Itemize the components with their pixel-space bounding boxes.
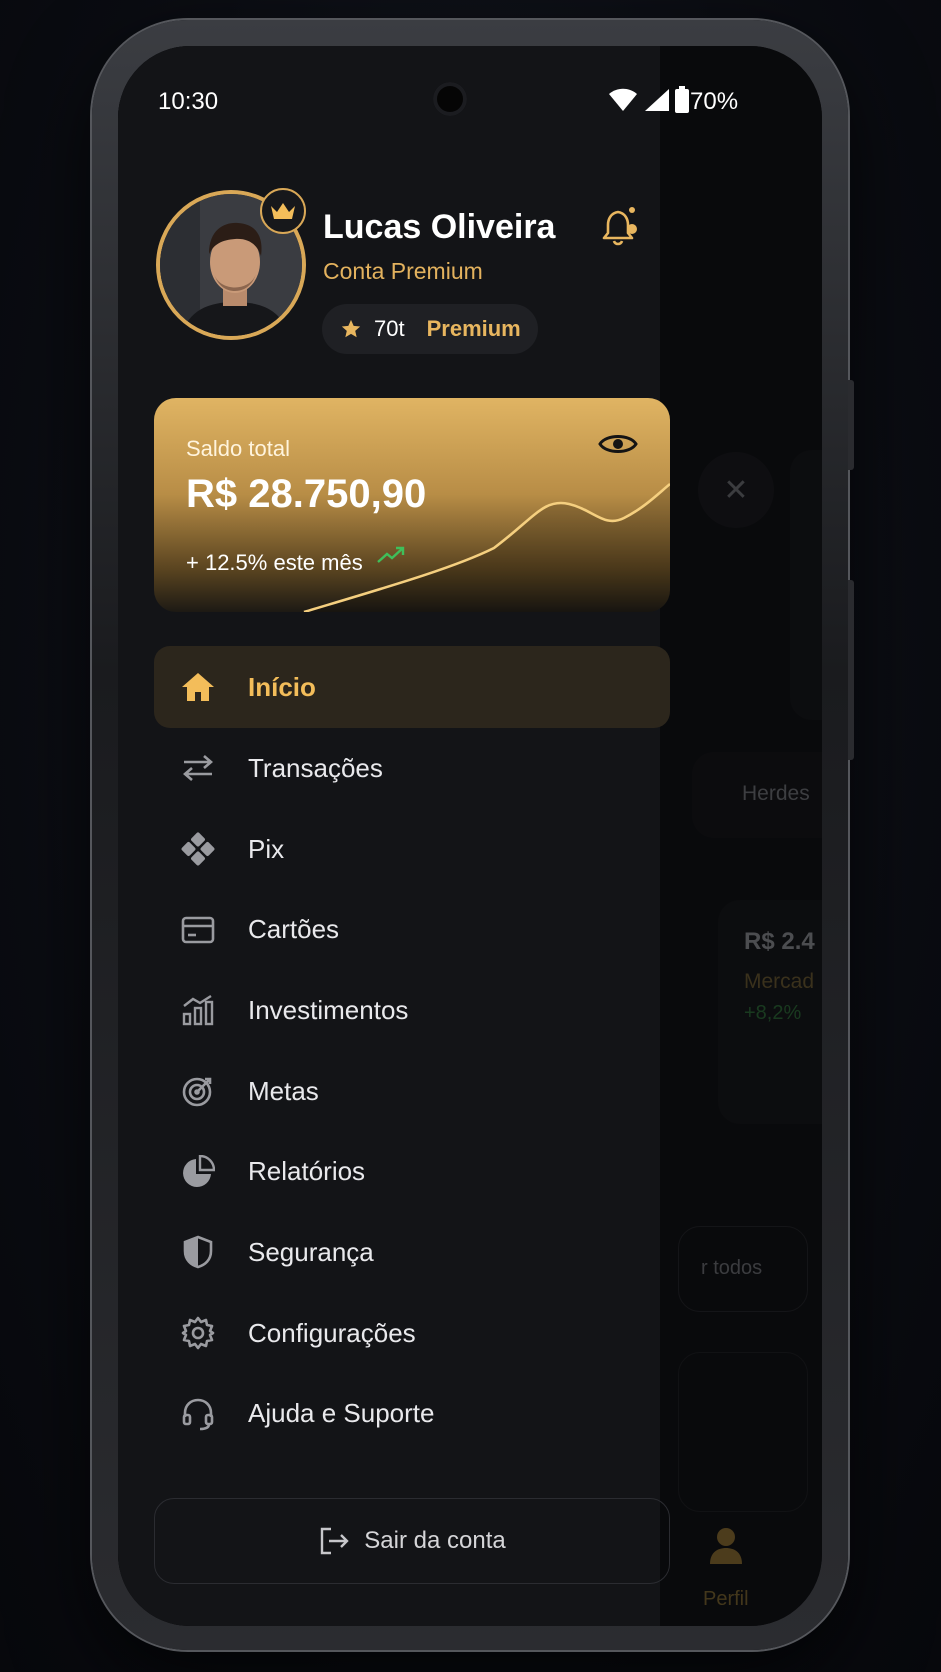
profile-name: Lucas Oliveira: [323, 208, 556, 246]
menu-item-investimentos[interactable]: Investimentos: [154, 970, 670, 1051]
menu-item-label: Pix: [248, 833, 285, 864]
battery-icon: [675, 86, 689, 113]
balance-change: + 12.5% este mês: [186, 550, 363, 575]
signal-icon: [645, 89, 669, 111]
pie-chart-icon: [180, 1154, 216, 1190]
balance-amount: R$ 28.750,90: [186, 472, 427, 516]
menu-item-label: Investimentos: [248, 994, 409, 1025]
headset-icon: [180, 1396, 216, 1432]
balance-label: Saldo total: [186, 436, 290, 461]
logout-button[interactable]: Sair da conta: [154, 1498, 670, 1584]
menu-item-label: Ajuda e Suporte: [248, 1398, 435, 1429]
logout-icon: [321, 1527, 349, 1555]
pix-icon: [180, 831, 216, 867]
bar-chart-icon: [180, 992, 216, 1028]
gear-icon: [180, 1315, 216, 1351]
card-icon: [180, 912, 216, 948]
status-time: 10:30: [158, 88, 219, 115]
home-icon: [180, 669, 216, 705]
menu-item-pix[interactable]: Pix: [154, 809, 670, 890]
drawer-menu: Início Transações Pix Cartões Investimen…: [154, 646, 670, 1454]
menu-item-transacoes[interactable]: Transações: [154, 728, 670, 809]
points-badge[interactable]: 70t Premium: [322, 304, 538, 354]
front-camera: [433, 82, 467, 116]
logout-label: Sair da conta: [364, 1527, 506, 1554]
transfer-arrows-icon: [180, 750, 216, 786]
crown-icon: [260, 188, 306, 234]
wifi-icon: [609, 88, 637, 111]
level-label: Premium: [426, 316, 521, 341]
menu-item-cartoes[interactable]: Cartões: [154, 889, 670, 970]
balance-card[interactable]: Saldo total R$ 28.750,90 + 12.5% este mê…: [154, 398, 670, 612]
notification-bell-icon[interactable]: [598, 206, 642, 255]
menu-item-label: Início: [248, 671, 316, 702]
menu-item-label: Segurança: [248, 1236, 374, 1267]
power-button: [848, 580, 854, 760]
trend-up-icon: [377, 546, 405, 563]
menu-item-label: Relatórios: [248, 1156, 366, 1187]
menu-item-label: Cartões: [248, 914, 340, 945]
menu-item-inicio[interactable]: Início: [154, 646, 670, 728]
screen: ✕ Herdes R$ 2.4 Mercad +8,2% r todos Per…: [118, 46, 822, 1626]
menu-item-label: Metas: [248, 1075, 319, 1106]
menu-item-ajuda[interactable]: Ajuda e Suporte: [154, 1374, 670, 1455]
points-value: 70t: [374, 316, 405, 341]
shield-icon: [180, 1234, 216, 1270]
star-icon: [341, 319, 361, 338]
menu-item-label: Configurações: [248, 1317, 416, 1348]
phone-frame: ✕ Herdes R$ 2.4 Mercad +8,2% r todos Per…: [92, 20, 854, 1650]
menu-item-configuracoes[interactable]: Configurações: [154, 1293, 670, 1374]
navigation-drawer: Lucas Oliveira Conta Premium 70t Premium: [118, 46, 670, 1626]
menu-item-label: Transações: [248, 752, 383, 783]
volume-button: [848, 380, 854, 470]
target-icon: [180, 1073, 216, 1109]
profile-tier: Conta Premium: [323, 258, 483, 284]
menu-item-relatorios[interactable]: Relatórios: [154, 1131, 670, 1212]
eye-icon[interactable]: [598, 430, 638, 458]
status-bar: 10:30 70%: [118, 46, 822, 146]
battery-level: 70%: [690, 88, 739, 115]
menu-item-metas[interactable]: Metas: [154, 1051, 670, 1132]
menu-item-seguranca[interactable]: Segurança: [154, 1212, 670, 1293]
